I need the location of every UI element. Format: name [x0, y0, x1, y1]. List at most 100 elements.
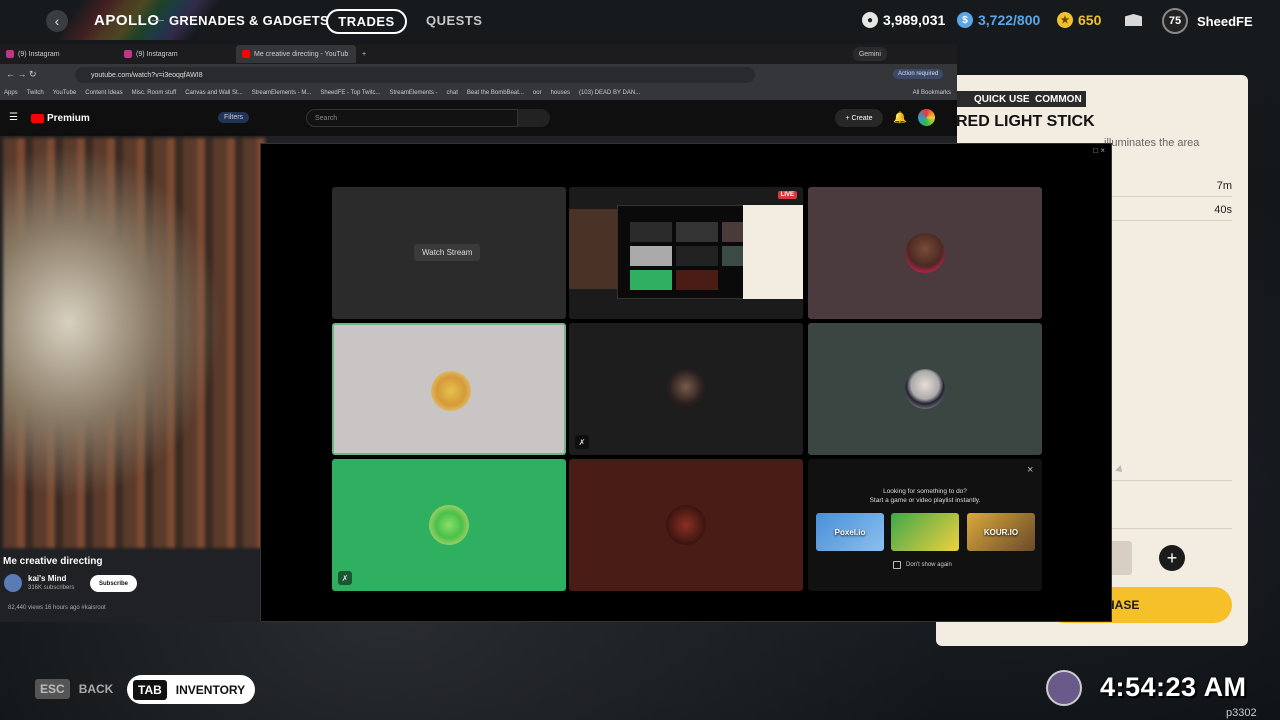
subscribe-button[interactable]: Subscribe — [90, 575, 137, 592]
instagram-icon — [124, 50, 132, 58]
filters-button[interactable]: Filters — [218, 112, 250, 123]
bookmark[interactable]: Twitch — [27, 90, 44, 96]
preview-tile — [676, 246, 718, 266]
activity-card[interactable]: KOUR.IO — [967, 513, 1035, 551]
stream-tile[interactable]: LIVE — [569, 187, 803, 319]
menu-icon[interactable]: ☰ — [9, 112, 18, 123]
preview-tile — [630, 246, 672, 266]
preview-tile — [676, 270, 718, 290]
token-icon: $ — [957, 12, 973, 28]
bookmark[interactable]: YouTube — [53, 90, 77, 96]
youtube-play-icon — [31, 114, 44, 123]
browser-tab-active[interactable]: Me creative directing - YouTub — [236, 45, 356, 63]
tab-key: TAB — [133, 679, 167, 700]
checkbox-icon[interactable] — [893, 561, 901, 569]
currency-coins: ● 3,989,031 — [862, 12, 945, 28]
youtube-logo-text: Premium — [47, 113, 90, 124]
url-field[interactable]: youtube.com/watch?v=i3eoqqfAWI8 — [75, 67, 755, 83]
watch-stream-button[interactable]: Watch Stream — [414, 244, 481, 261]
preview-video — [569, 209, 623, 289]
youtube-icon — [242, 50, 250, 58]
title-separator — [152, 20, 164, 21]
bookmark[interactable]: Misc. Room stuff — [132, 90, 177, 96]
bookmark[interactable]: StreamElements - M... — [252, 90, 312, 96]
activity-prompt: Looking for something to do? Start a gam… — [808, 487, 1042, 505]
search-icon[interactable] — [518, 109, 550, 127]
channel-avatar[interactable] — [4, 574, 22, 592]
activity-card[interactable] — [891, 513, 959, 551]
account-avatar[interactable] — [918, 109, 935, 126]
bookmark[interactable]: Content Ideas — [85, 90, 122, 96]
browser-tab-label: (9) Instagram — [18, 50, 60, 58]
mute-icon: ✗ — [338, 571, 352, 585]
inventory-button[interactable]: TAB INVENTORY — [127, 675, 256, 704]
mail-icon[interactable] — [1125, 14, 1142, 26]
level-badge: 75 — [1162, 8, 1188, 34]
bookmark[interactable]: houses — [551, 90, 570, 96]
item-description: illuminates the area — [1104, 137, 1200, 149]
channel-name[interactable]: kai's Mind — [28, 574, 66, 583]
preview-tile — [630, 270, 672, 290]
dont-show-again-label: Don't show again — [906, 562, 952, 568]
address-bar: ← → ↻ youtube.com/watch?v=i3eoqqfAWI8 Ac… — [0, 64, 957, 86]
search-input[interactable]: Search — [306, 109, 518, 127]
dont-show-again-checkbox[interactable]: Don't show again — [893, 561, 952, 569]
currency-tokens-value: 3,722/800 — [978, 12, 1041, 28]
back-control[interactable]: ESC BACK — [35, 679, 113, 699]
participant-tile[interactable]: ✗ — [569, 323, 803, 455]
back-arrow-icon[interactable]: ‹ — [46, 10, 68, 32]
game-top-bar: ‹ APOLLO GRENADES & GADGETS TRADES QUEST… — [0, 0, 1280, 42]
participant-avatar — [905, 369, 945, 409]
activity-suggestion-panel: × Looking for something to do? Start a g… — [808, 459, 1042, 591]
participant-tile[interactable]: ✗ — [332, 459, 566, 591]
tab-trades[interactable]: TRADES — [326, 9, 407, 34]
preview-tile — [676, 222, 718, 242]
preview-panel — [743, 205, 803, 299]
coin-icon: ● — [862, 12, 878, 28]
bookmark[interactable]: Apps — [4, 90, 18, 96]
browser-tab[interactable]: (9) Instagram — [0, 45, 118, 63]
live-badge: LIVE — [777, 191, 797, 199]
create-button[interactable]: + Create — [835, 109, 883, 127]
participant-avatar — [666, 369, 706, 409]
stat-value: 40s — [1214, 203, 1232, 216]
bookmark[interactable]: chat — [447, 90, 458, 96]
bookmark[interactable]: (103) DEAD BY DAN... — [579, 90, 640, 96]
bookmark[interactable]: Beat the BombBeat... — [467, 90, 524, 96]
gemini-button[interactable]: Gemini — [852, 47, 887, 61]
video-player[interactable] — [3, 138, 265, 548]
mute-icon: ✗ — [575, 435, 589, 449]
activity-prompt-title: Looking for something to do? — [883, 488, 967, 495]
back-label: BACK — [78, 682, 114, 696]
activity-card[interactable]: Poxel.io — [816, 513, 884, 551]
item-title: RED LIGHT STICK — [956, 113, 1095, 130]
participant-tile[interactable]: Watch Stream — [332, 187, 566, 319]
username[interactable]: SheedFE — [1197, 14, 1253, 29]
activity-prompt-subtitle: Start a game or video playlist instantly… — [869, 497, 981, 504]
browser-tab[interactable]: (9) Instagram — [118, 45, 236, 63]
participant-avatar — [429, 505, 469, 545]
instagram-icon — [6, 50, 14, 58]
bookmark[interactable]: Canvas and Wall St... — [185, 90, 242, 96]
participant-tile-speaking[interactable] — [332, 323, 566, 455]
browser-tab-label: Me creative directing - YouTub — [254, 50, 349, 58]
increase-quantity-button[interactable]: + — [1159, 545, 1185, 571]
bookmark[interactable]: SheedFE - Top Twitc... — [320, 90, 380, 96]
participant-tile[interactable] — [808, 187, 1042, 319]
participant-tile[interactable] — [808, 323, 1042, 455]
participant-tile[interactable] — [569, 459, 803, 591]
currency-tokens: $ 3,722/800 — [957, 12, 1040, 28]
bookmark[interactable]: oor — [533, 90, 542, 96]
video-views: 82,440 views 16 hours ago #kaisroot — [8, 605, 106, 611]
nav-arrows-icon[interactable]: ← → ↻ — [6, 69, 37, 80]
browser-tab-strip: (9) Instagram (9) Instagram Me creative … — [0, 44, 957, 64]
youtube-logo[interactable]: Premium — [31, 113, 90, 124]
notifications-icon[interactable]: 🔔 — [893, 111, 907, 124]
close-icon[interactable]: × — [1027, 464, 1033, 476]
bookmark[interactable]: StreamElements - — [390, 90, 438, 96]
window-controls-icon[interactable]: □ × — [1093, 146, 1105, 155]
action-required-button[interactable]: Action required — [893, 69, 944, 79]
new-tab-button[interactable]: + — [356, 45, 372, 63]
tab-quests[interactable]: QUESTS — [426, 13, 482, 28]
all-bookmarks[interactable]: All Bookmarks — [913, 90, 951, 96]
